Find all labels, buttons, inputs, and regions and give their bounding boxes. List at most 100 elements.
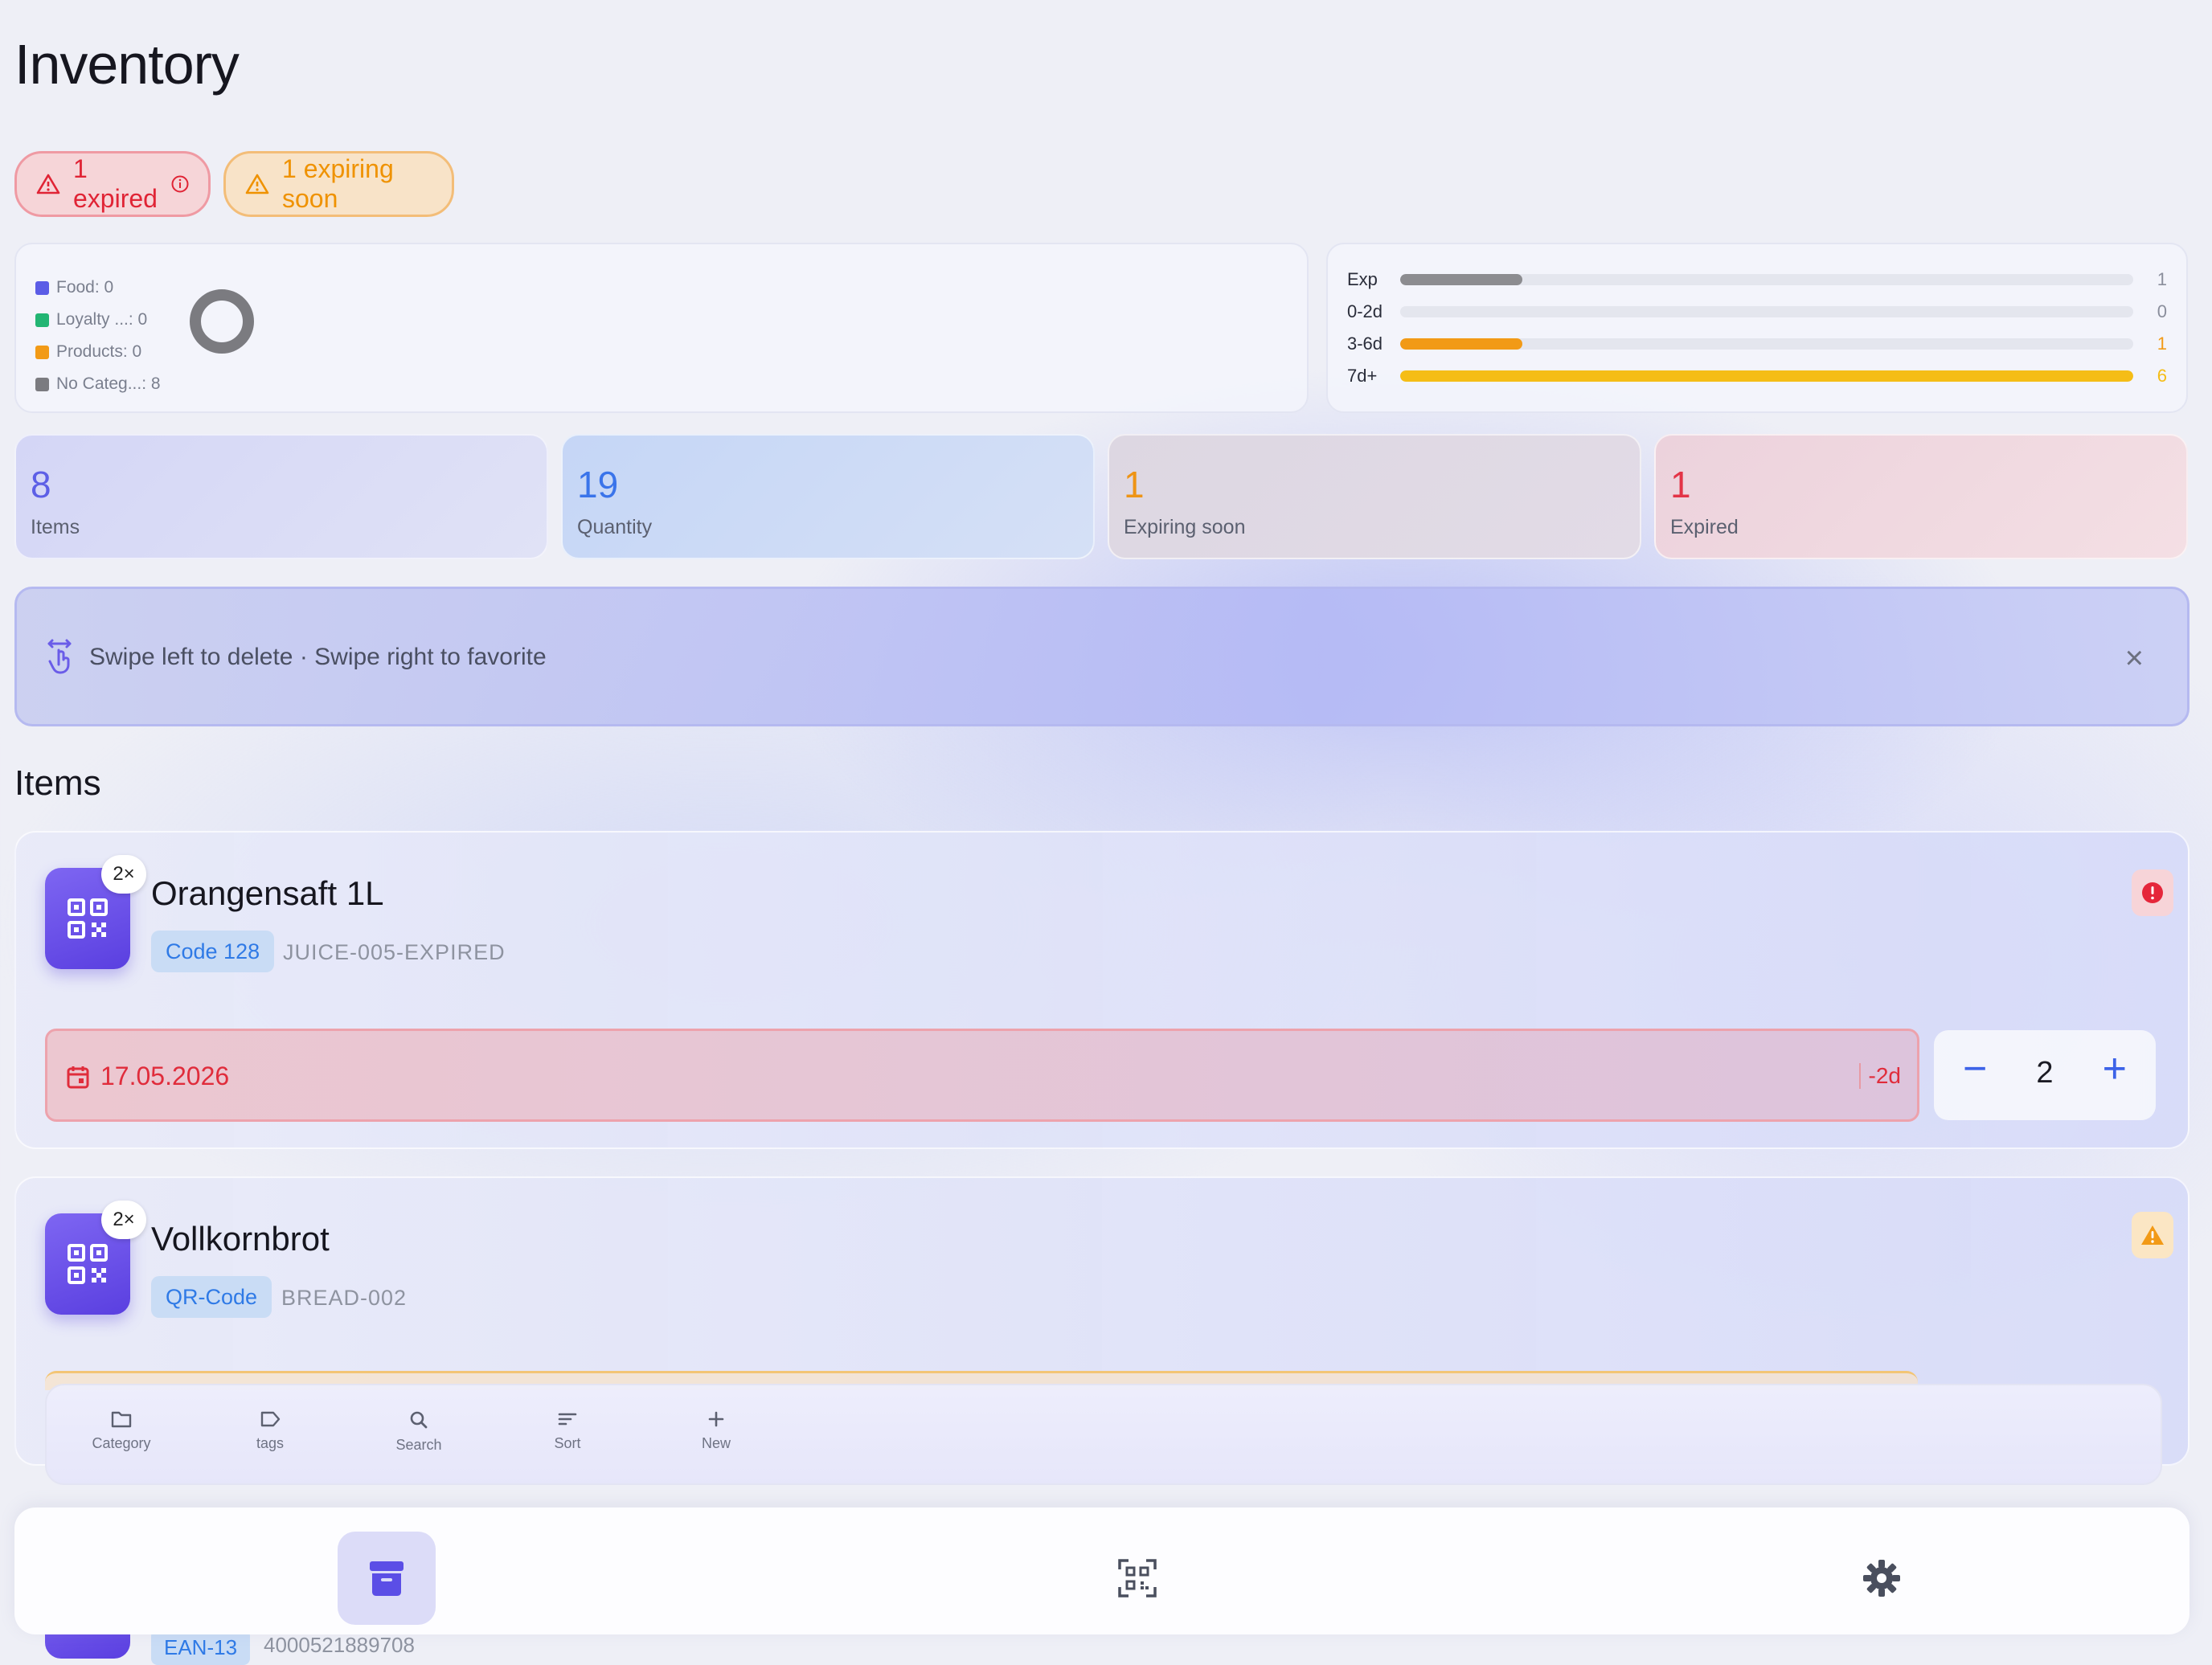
legend-item-loyalty: Loyalty ...: 0 <box>35 304 161 336</box>
search-icon <box>410 1411 428 1429</box>
qr-code-icon <box>68 898 108 939</box>
legend-label: Loyalty ...: 0 <box>56 310 148 329</box>
expiry-row-0-2d: 0-2d 0 <box>1347 296 2167 328</box>
bottom-tab-bar <box>14 1508 2189 1634</box>
toolbar-category-button[interactable]: Category <box>73 1409 170 1452</box>
swipe-hint-text: Swipe left to delete · Swipe right to fa… <box>89 644 547 670</box>
expiry-row-label: Exp <box>1347 269 1378 289</box>
toolbar-tags-button[interactable]: tags <box>222 1409 318 1452</box>
stat-tile-expiring-soon[interactable]: 1 Expiring soon <box>1108 434 1641 559</box>
category-summary-card: Food: 0 Loyalty ...: 0 Products: 0 No Ca… <box>14 243 1309 413</box>
tab-scan[interactable] <box>1088 1532 1186 1625</box>
stat-tile-expired[interactable]: 1 Expired <box>1654 434 2188 559</box>
legend-item-food: Food: 0 <box>35 272 161 304</box>
legend-label: Food: 0 <box>56 278 114 297</box>
expiry-row-count: 1 <box>2157 333 2167 354</box>
expiry-row-count: 0 <box>2157 301 2167 321</box>
toolbar-sort-button[interactable]: Sort <box>519 1409 616 1452</box>
legend-color-swatch <box>35 345 49 359</box>
expiry-row-label: 3-6d <box>1347 333 1383 354</box>
gear-icon <box>1863 1560 1900 1597</box>
calendar-icon <box>67 1066 89 1089</box>
barcode-value: 4000521889708 <box>264 1633 415 1657</box>
tag-icon <box>260 1411 281 1427</box>
expiry-row-count: 6 <box>2157 366 2167 386</box>
expiry-row-7d-plus: 7d+ 6 <box>1347 360 2167 392</box>
stat-value: 8 <box>31 464 51 505</box>
items-section-title: Items <box>14 763 101 803</box>
item-name: Vollkornbrot <box>151 1220 330 1258</box>
qr-scan-icon <box>1118 1559 1157 1598</box>
expiry-row-label: 0-2d <box>1347 301 1383 321</box>
expired-alert-label: 1 expired <box>73 154 158 213</box>
plus-icon <box>708 1411 724 1427</box>
legend-item-no-category: No Categ...: 8 <box>35 368 161 400</box>
category-donut-chart <box>190 289 254 354</box>
warning-triangle-icon <box>36 174 60 194</box>
toolbar-label: Category <box>92 1435 151 1451</box>
expiry-date-text: 17.05.2026 <box>100 1062 230 1090</box>
archive-box-icon <box>370 1561 403 1596</box>
stat-label: Expired <box>1670 516 1739 538</box>
item-name: Orangensaft 1L <box>151 874 384 912</box>
expired-alert-pill[interactable]: 1 expired <box>14 151 211 217</box>
qr-code-icon <box>68 1244 108 1284</box>
stat-value: 19 <box>577 464 619 505</box>
expiring-soon-alert-label: 1 expiring soon <box>282 154 394 213</box>
expiry-row-3-6d: 3-6d 1 <box>1347 328 2167 360</box>
toolbar-search-button[interactable]: Search <box>371 1409 467 1454</box>
expiry-date-field[interactable]: 17.05.2026 -2d <box>45 1029 1919 1122</box>
barcode-type-tag: QR-Code <box>151 1276 272 1318</box>
expiry-bar-fill <box>1400 274 1523 285</box>
expiry-bar-track <box>1400 274 2133 285</box>
expiry-bar-track <box>1400 338 2133 350</box>
close-icon[interactable]: × <box>2125 642 2144 674</box>
expiry-row-count: 1 <box>2157 269 2167 289</box>
toolbar-new-button[interactable]: New <box>668 1409 764 1452</box>
legend-color-swatch <box>35 377 49 391</box>
stat-value: 1 <box>1124 464 1145 505</box>
stat-tile-items[interactable]: 8 Items <box>14 434 548 559</box>
expiring-soon-alert-pill[interactable]: 1 expiring soon <box>223 151 454 217</box>
warning-triangle-icon <box>245 174 269 194</box>
stat-label: Quantity <box>577 516 653 538</box>
folder-icon <box>111 1411 132 1428</box>
barcode-type-tag: Code 128 <box>151 931 275 972</box>
expiry-bar-fill <box>1400 370 2133 382</box>
legend-label: Products: 0 <box>56 342 142 361</box>
item-count-badge: 2× <box>101 1201 146 1239</box>
expiry-row-label: 7d+ <box>1347 366 1378 386</box>
warning-status-badge <box>2132 1212 2173 1258</box>
expiry-row-expired: Exp 1 <box>1347 264 2167 296</box>
expired-status-badge <box>2132 869 2173 916</box>
swipe-gesture-icon <box>47 639 72 674</box>
barcode-value: JUICE-005-EXPIRED <box>283 940 506 964</box>
barcode-value: BREAD-002 <box>281 1286 408 1310</box>
stat-label: Expiring soon <box>1124 516 1246 538</box>
tab-settings[interactable] <box>1833 1532 1931 1625</box>
quantity-stepper: − 2 + <box>1934 1030 2156 1120</box>
legend-color-swatch <box>35 280 49 295</box>
toolbar-label: New <box>701 1435 731 1451</box>
page-title: Inventory <box>14 33 240 96</box>
barcode-type-tag: EAN-13 <box>151 1630 251 1665</box>
toolbar-label: Sort <box>554 1435 581 1451</box>
info-icon <box>171 175 189 193</box>
list-toolbar: Category tags Search Sort New <box>45 1384 2162 1485</box>
error-circle-icon <box>2142 882 2163 903</box>
expiry-breakdown-card: Exp 1 0-2d 0 3-6d 1 7d+ 6 <box>1326 243 2188 413</box>
toolbar-label: Search <box>395 1437 442 1453</box>
category-legend: Food: 0 Loyalty ...: 0 Products: 0 No Ca… <box>35 272 161 400</box>
swipe-hint-banner: Swipe left to delete · Swipe right to fa… <box>14 587 2189 726</box>
days-remaining-label: -2d <box>1858 1063 1901 1089</box>
stat-value: 1 <box>1670 464 1691 505</box>
expiry-bar-fill <box>1400 338 1523 350</box>
expiry-bar-track <box>1400 306 2133 317</box>
tab-inventory[interactable] <box>338 1532 436 1625</box>
increase-quantity-button[interactable]: + <box>2103 1048 2127 1090</box>
stat-tile-quantity[interactable]: 19 Quantity <box>561 434 1095 559</box>
legend-item-products: Products: 0 <box>35 336 161 368</box>
expiry-bar-track <box>1400 370 2133 382</box>
sort-icon <box>558 1413 577 1426</box>
warning-triangle-icon <box>2141 1225 2164 1245</box>
